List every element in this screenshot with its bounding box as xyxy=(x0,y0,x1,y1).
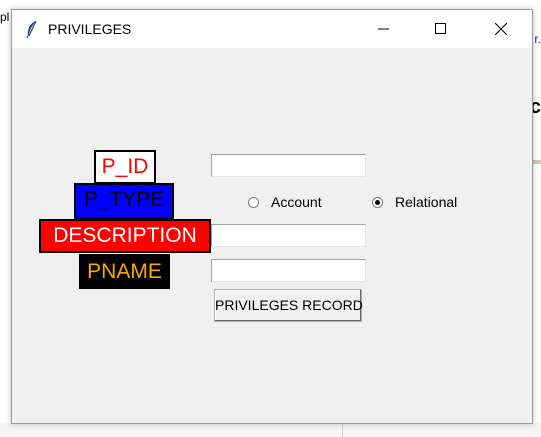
privileges-record-button[interactable]: PRIVILEGES RECORD xyxy=(214,289,363,322)
pname-label: PNAME xyxy=(79,254,170,289)
relational-radio-label: Relational xyxy=(395,194,458,210)
feather-icon xyxy=(24,20,40,39)
window-title: PRIVILEGES xyxy=(48,21,132,37)
background-separator xyxy=(342,422,343,437)
account-radio[interactable]: Account xyxy=(248,192,322,212)
maximize-button[interactable] xyxy=(418,10,464,48)
description-label: DESCRIPTION xyxy=(39,219,211,253)
p-id-input[interactable] xyxy=(211,154,366,177)
p-id-label: P_ID xyxy=(94,150,156,184)
p-type-label: P_TYPE xyxy=(74,183,174,219)
account-radio-circle[interactable] xyxy=(248,196,259,208)
background-bottom-strip xyxy=(0,422,541,437)
background-text-left: pl xyxy=(0,10,10,24)
close-icon xyxy=(495,23,507,35)
background-text-right: r. xyxy=(534,32,541,46)
minimize-icon xyxy=(378,28,389,30)
title-bar[interactable]: PRIVILEGES xyxy=(12,10,532,48)
privileges-window: PRIVILEGES P_ID P_TYPE DESCRIPTION PNAME… xyxy=(11,9,533,424)
minimize-button[interactable] xyxy=(361,10,407,48)
relational-radio[interactable]: Relational xyxy=(372,192,457,212)
description-input[interactable] xyxy=(211,224,366,247)
maximize-icon xyxy=(435,23,446,34)
relational-radio-circle[interactable] xyxy=(372,196,383,208)
account-radio-label: Account xyxy=(271,194,322,210)
close-button[interactable] xyxy=(478,10,524,48)
pname-input[interactable] xyxy=(211,259,366,282)
